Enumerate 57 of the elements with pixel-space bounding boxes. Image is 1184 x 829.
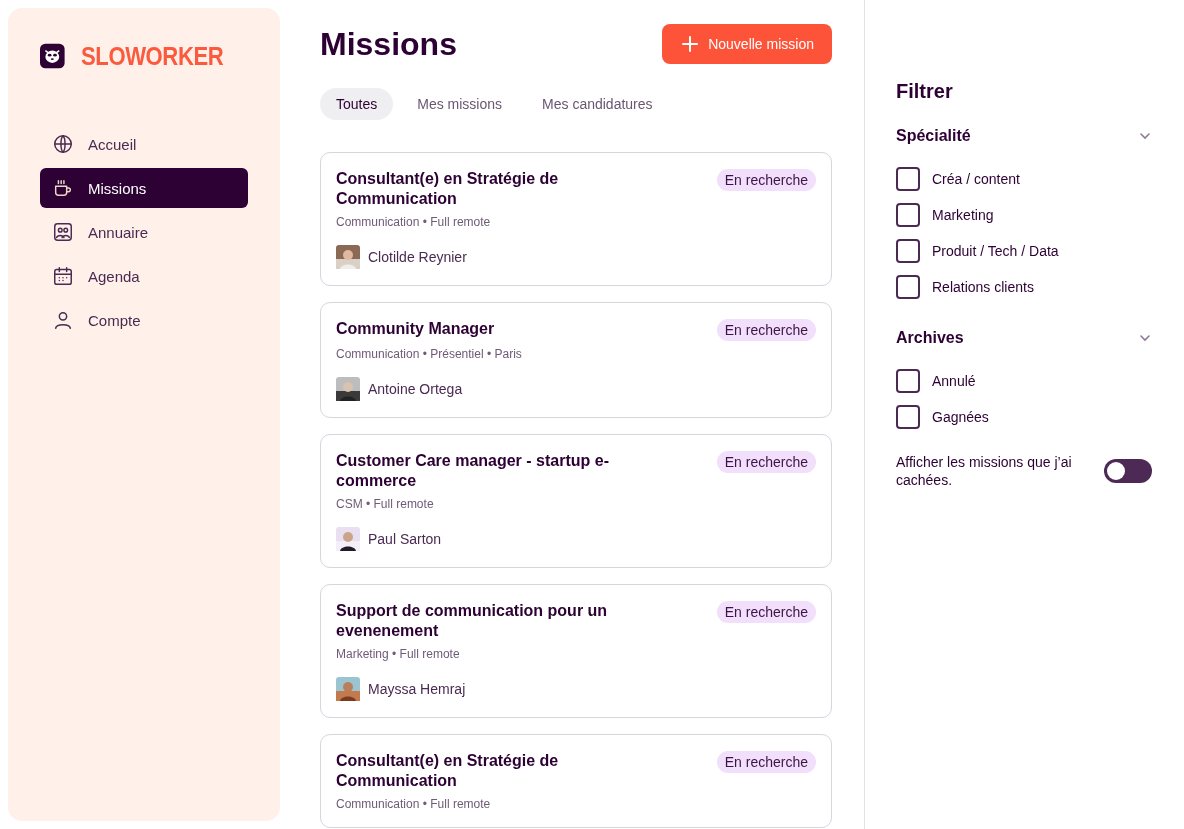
- nav-item[interactable]: Accueil: [40, 124, 248, 164]
- page-title: Missions: [320, 25, 457, 63]
- mission-card[interactable]: Consultant(e) en Stratégie de Communication En recherche Communication • Full remote: [320, 734, 832, 828]
- mission-card[interactable]: Customer Care manager - startup e-commerce En recherche CSM • Full remote Paul Sarton: [320, 434, 832, 568]
- mission-card[interactable]: Community Manager En recherche Communication • Présentiel • Paris Antoine Ortega: [320, 302, 832, 418]
- globe-icon: [52, 133, 74, 155]
- filter-section-title: Archives: [896, 329, 964, 347]
- nav-item[interactable]: Agenda: [40, 256, 248, 296]
- checkbox-label: Produit / Tech / Data: [932, 243, 1059, 259]
- mission-card[interactable]: Consultant(e) en Stratégie de Communication En recherche Communication • Full remote Clotilde Reynier: [320, 152, 832, 286]
- mission-title: Customer Care manager - startup e-commerce: [336, 451, 610, 491]
- mission-title: Consultant(e) en Stratégie de Communication: [336, 751, 560, 791]
- mission-meta: CSM • Full remote: [336, 497, 435, 511]
- checkbox-label: Gagnées: [932, 409, 989, 425]
- checkbox[interactable]: [896, 203, 920, 227]
- filter-tab[interactable]: Toutes: [320, 88, 394, 120]
- person-name: Paul Sarton: [368, 531, 442, 547]
- status-badge: En recherche: [716, 601, 816, 623]
- mission-meta: Marketing • Full remote: [336, 647, 461, 661]
- contacts-icon: [52, 221, 74, 243]
- checkbox[interactable]: [896, 239, 920, 263]
- user-icon: [52, 309, 74, 331]
- cup-icon: [52, 177, 74, 199]
- mission-meta: Communication • Présentiel • Paris: [336, 347, 523, 361]
- status-badge: En recherche: [716, 751, 816, 773]
- mission-title: Support de communication pour un evenenement: [336, 601, 609, 641]
- status-badge: En recherche: [716, 319, 816, 341]
- checkbox-label: Annulé: [932, 373, 976, 389]
- toggle-switch[interactable]: [1104, 459, 1152, 483]
- filter-tab[interactable]: Mes missions: [401, 88, 519, 120]
- checkbox[interactable]: [896, 369, 920, 393]
- person-name: Clotilde Reynier: [368, 249, 467, 265]
- mission-title: Community Manager: [336, 319, 495, 339]
- nav-item[interactable]: Missions: [40, 168, 248, 208]
- mission-card[interactable]: Support de communication pour un evenenement En recherche Marketing • Full remote Mayssa Hemraj: [320, 584, 832, 718]
- person-name: Mayssa Hemraj: [368, 681, 466, 697]
- status-badge: En recherche: [716, 169, 816, 191]
- toggle-label: Afficher les missions que j’ai cachées.: [896, 453, 1073, 489]
- mission-meta: Communication • Full remote: [336, 215, 492, 229]
- plus-icon: [682, 36, 699, 52]
- checkbox-label: Créa / content: [932, 171, 1020, 187]
- nav-item[interactable]: Compte: [40, 300, 248, 340]
- checkbox[interactable]: [896, 167, 920, 191]
- calendar-icon: [52, 265, 74, 287]
- mission-title: Consultant(e) en Stratégie de Communication: [336, 169, 560, 209]
- checkbox-label: Relations clients: [932, 279, 1034, 295]
- filter-title: Filtrer: [896, 80, 954, 103]
- person-name: Antoine Ortega: [368, 381, 463, 397]
- filter-section-title: Spécialité: [896, 127, 971, 145]
- checkbox-label: Marketing: [932, 207, 994, 223]
- checkbox[interactable]: [896, 405, 920, 429]
- status-badge: En recherche: [716, 451, 816, 473]
- brand-name: SLOWORKER: [80, 40, 223, 72]
- checkbox[interactable]: [896, 275, 920, 299]
- mission-meta: Communication • Full remote: [336, 797, 492, 811]
- filter-tab[interactable]: Mes candidatures: [526, 88, 669, 120]
- nav-item[interactable]: Annuaire: [40, 212, 248, 252]
